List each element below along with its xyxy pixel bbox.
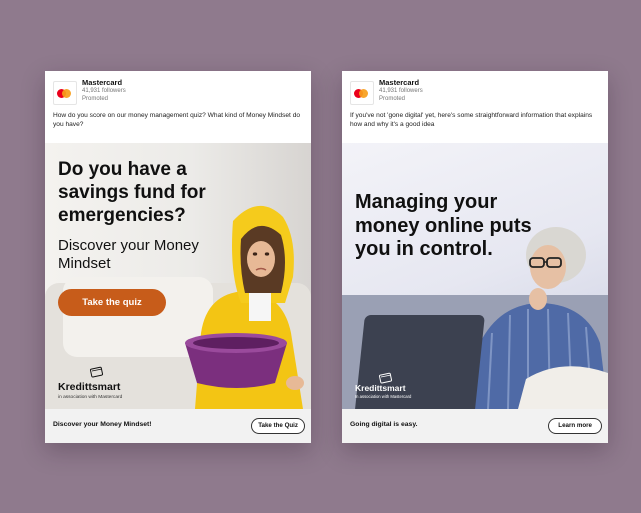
mastercard-logo-icon[interactable] bbox=[350, 81, 374, 105]
take-the-quiz-button[interactable]: Take the Quiz bbox=[251, 418, 305, 434]
ad-creative-image[interactable]: Do you have a savings fund for emergenci… bbox=[45, 143, 311, 409]
brand-name[interactable]: Mastercard bbox=[379, 78, 419, 87]
promoted-label: Promoted bbox=[82, 96, 109, 102]
take-quiz-button[interactable]: Take the quiz bbox=[58, 289, 166, 316]
ad-footer: Discover your Money Mindset! Take the Qu… bbox=[45, 409, 311, 443]
post-header: Mastercard 41,931 followers Promoted How… bbox=[45, 71, 311, 143]
orange-circle bbox=[359, 89, 368, 98]
post-header: Mastercard 41,931 followers Promoted If … bbox=[342, 71, 608, 143]
post-caption: If you've not 'gone digital' yet, here's… bbox=[350, 112, 593, 128]
ad-headline: Managing your money online puts you in c… bbox=[355, 191, 532, 260]
ad-subheadline: Discover your Money Mindset bbox=[58, 237, 199, 272]
ad-card-going-digital: Mastercard 41,931 followers Promoted If … bbox=[342, 71, 608, 443]
ad-card-savings-quiz: Mastercard 41,931 followers Promoted How… bbox=[45, 71, 311, 443]
footer-headline: Discover your Money Mindset! bbox=[53, 421, 152, 428]
partner-tagline: in association with Mastercard bbox=[58, 395, 123, 400]
footer-headline: Going digital is easy. bbox=[350, 421, 418, 428]
promoted-label: Promoted bbox=[379, 96, 406, 102]
ad-headline: Do you have a savings fund for emergenci… bbox=[58, 159, 206, 226]
post-caption: How do you score on our money management… bbox=[53, 112, 301, 128]
mastercard-logo-icon[interactable] bbox=[53, 81, 77, 105]
ad-footer: Going digital is easy. Learn more bbox=[342, 409, 608, 443]
orange-circle bbox=[62, 89, 71, 98]
partner-tagline: In association with Mastercard bbox=[355, 394, 412, 399]
learn-more-button[interactable]: Learn more bbox=[548, 418, 602, 434]
brand-name[interactable]: Mastercard bbox=[82, 78, 122, 87]
follower-count: 41,931 followers bbox=[379, 88, 423, 94]
kredittsmart-logo: Kredittsmart bbox=[58, 381, 121, 393]
kredittsmart-logo: Kredittsmart bbox=[355, 383, 406, 393]
follower-count: 41,931 followers bbox=[82, 88, 126, 94]
card-outline-icon bbox=[89, 366, 104, 378]
ad-creative-image[interactable]: Managing your money online puts you in c… bbox=[342, 143, 608, 409]
